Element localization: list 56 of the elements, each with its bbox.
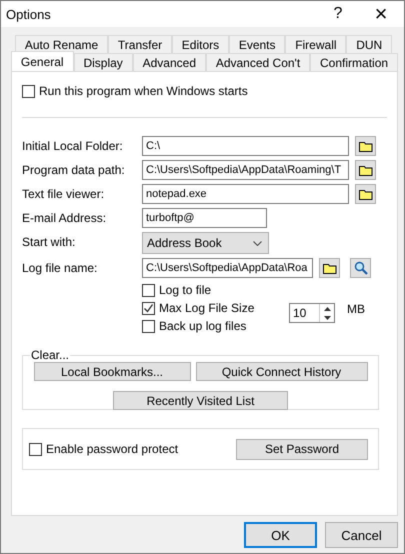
tab[interactable]: Firewall <box>285 35 346 53</box>
checkbox[interactable] <box>142 302 155 314</box>
browse-button[interactable] <box>355 136 376 156</box>
tab[interactable]: Advanced <box>132 53 206 71</box>
folder-icon <box>358 188 372 200</box>
checkbox-label: Enable password protect <box>46 442 178 456</box>
checkbox-label: Run this program when Windows starts <box>39 84 248 98</box>
clear-button[interactable]: Local Bookmarks... <box>34 362 190 381</box>
browse-button[interactable] <box>319 258 340 278</box>
tab[interactable]: Confirmation <box>310 53 398 71</box>
search-button[interactable] <box>350 258 371 278</box>
set-password-button[interactable]: Set Password <box>236 438 368 460</box>
help-button[interactable]: ? <box>318 1 358 27</box>
tab[interactable]: Events <box>229 35 286 53</box>
checkbox[interactable] <box>142 320 155 332</box>
folder-icon <box>358 140 372 152</box>
checkbox-label: Back up log files <box>159 319 248 333</box>
browse-button[interactable] <box>355 160 376 180</box>
clear-button[interactable]: Quick Connect History <box>196 362 368 381</box>
window-title: Options <box>6 6 52 22</box>
field-label: Text file viewer: <box>22 186 106 203</box>
unit-label: MB <box>347 302 365 316</box>
dialog-button[interactable]: Cancel <box>325 522 398 548</box>
tab[interactable]: Auto Rename <box>15 35 108 53</box>
folder-icon <box>322 262 336 274</box>
field-label: Log file name: <box>22 260 98 277</box>
search-icon <box>354 261 368 275</box>
field-label: Program data path: <box>22 162 126 179</box>
checkbox-label: Max Log File Size <box>159 301 256 315</box>
input-field[interactable]: C:\Users\Softpedia\AppData\Roa <box>142 258 313 278</box>
folder-icon <box>358 164 372 176</box>
input-field[interactable]: notepad.exe <box>142 184 349 204</box>
tab[interactable]: DUN <box>346 35 392 53</box>
close-button[interactable]: × <box>358 1 404 27</box>
tab[interactable]: Editors <box>172 35 229 53</box>
tab[interactable]: General <box>11 51 74 71</box>
input-field[interactable]: C:\ <box>142 136 349 156</box>
checkbox[interactable] <box>142 284 155 296</box>
spin-box[interactable]: 10 <box>289 303 335 323</box>
caret-icon <box>253 240 262 246</box>
input-field[interactable]: C:\Users\Softpedia\AppData\Roaming\T <box>142 160 349 180</box>
checkbox-label: Log to file <box>159 283 212 297</box>
field-label: E-mail Address: <box>22 210 108 227</box>
field-label: Start with: <box>22 234 76 251</box>
checkbox[interactable] <box>29 442 42 456</box>
tab[interactable]: Advanced Con't <box>206 53 310 71</box>
dialog-button[interactable]: OK <box>244 522 317 548</box>
clear-button[interactable]: Recently Visited List <box>113 391 288 410</box>
tab[interactable]: Display <box>74 53 133 71</box>
checkbox[interactable] <box>22 84 35 98</box>
field-label: Initial Local Folder: <box>22 138 124 155</box>
tab[interactable]: Transfer <box>108 35 172 53</box>
input-field[interactable]: turboftp@ <box>142 208 267 228</box>
dropdown[interactable]: Address Book <box>142 232 269 254</box>
group-title: Clear... <box>30 348 70 362</box>
browse-button[interactable] <box>355 184 376 204</box>
